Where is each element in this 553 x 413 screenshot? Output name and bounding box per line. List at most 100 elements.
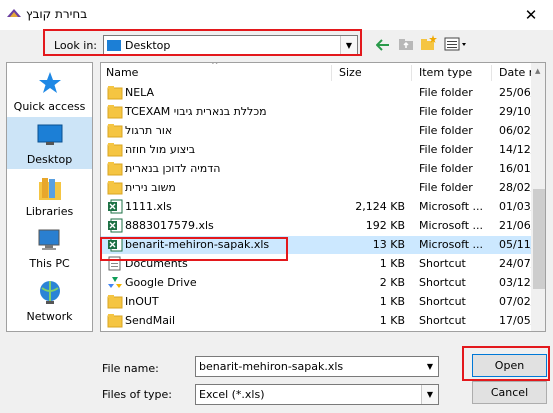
file-type: Microsoft ... xyxy=(419,238,484,251)
file-type-label: Files of type: xyxy=(102,388,173,401)
selected-file-highlight xyxy=(100,237,288,261)
place-this-pc[interactable]: This PC xyxy=(7,223,92,273)
file-row[interactable]: הדמיה לדוכן בנארית File folder 16/01/ xyxy=(101,160,531,178)
file-size: 13 KB xyxy=(372,238,405,251)
chevron-down-icon[interactable]: ▼ xyxy=(421,385,438,404)
folder-icon xyxy=(107,123,123,138)
sort-indicator-icon: ^ xyxy=(211,62,219,71)
file-name: משוב נירית xyxy=(125,181,176,194)
file-type: Microsoft ... xyxy=(419,200,484,213)
new-folder-icon[interactable] xyxy=(420,35,438,51)
window-title: בחירת קובץ xyxy=(26,7,88,21)
file-date: 29/10/ xyxy=(499,105,531,118)
view-menu-icon[interactable] xyxy=(443,36,469,52)
file-row[interactable]: SendMail 1 KB Shortcut 17/05/ xyxy=(101,312,531,330)
column-divider[interactable] xyxy=(411,65,412,81)
file-name: הדמיה לדוכן בנארית xyxy=(125,162,221,175)
file-name-field[interactable]: benarit-mehiron-sapak.xls ▼ xyxy=(195,356,439,377)
chevron-down-icon[interactable]: ▼ xyxy=(422,357,438,376)
place-network[interactable]: Network xyxy=(7,275,92,327)
file-type: File folder xyxy=(419,162,473,175)
scroll-up-icon[interactable]: ▲ xyxy=(535,67,540,75)
libraries-icon xyxy=(39,178,61,200)
file-size: 1 KB xyxy=(379,295,405,308)
place-quick-access[interactable]: Quick access xyxy=(7,65,92,115)
cancel-button[interactable]: Cancel xyxy=(472,381,547,404)
folder-icon xyxy=(107,104,123,119)
up-folder-icon[interactable] xyxy=(397,36,415,52)
folder-icon xyxy=(107,161,123,176)
file-name: אור תרגול xyxy=(125,124,173,137)
file-date: 07/02/ xyxy=(499,295,531,308)
place-desktop[interactable]: Desktop xyxy=(7,117,92,169)
file-type: Shortcut xyxy=(419,314,466,327)
excel-file-icon xyxy=(107,218,123,233)
vertical-scrollbar[interactable]: ▲ xyxy=(531,63,545,331)
file-type: Shortcut xyxy=(419,257,466,270)
file-type: File folder xyxy=(419,124,473,137)
place-libraries[interactable]: Libraries xyxy=(7,171,92,221)
file-type: Shortcut xyxy=(419,295,466,308)
excel-file-icon xyxy=(107,199,123,214)
file-row[interactable]: מכללת בנארית גיבוי TCEXAM File folder 29/1… xyxy=(101,103,531,121)
look-in-highlight xyxy=(43,29,362,56)
file-date: 24/07/ xyxy=(499,257,531,270)
column-header-name[interactable]: Name xyxy=(106,63,138,83)
file-name-label: File name: xyxy=(102,362,159,375)
column-header-size[interactable]: Size xyxy=(339,63,362,83)
file-date: 03/12/ xyxy=(499,276,531,289)
scrollbar-thumb[interactable] xyxy=(533,189,545,289)
file-name: Google Drive xyxy=(125,276,197,289)
file-date: 14/12/ xyxy=(499,143,531,156)
file-row[interactable]: InOUT 1 KB Shortcut 07/02/ xyxy=(101,293,531,311)
folder-icon xyxy=(107,313,123,328)
file-date: 16/01/ xyxy=(499,162,531,175)
file-type: Shortcut xyxy=(419,276,466,289)
file-date: 05/11/ xyxy=(499,238,531,251)
places-bar: Quick access Desktop Libraries This PC N… xyxy=(6,62,93,332)
close-button[interactable]: ✕ xyxy=(509,0,553,30)
file-name: 1111.xls xyxy=(125,200,172,213)
file-type: File folder xyxy=(419,105,473,118)
file-list: ^ Name Size Item type Date m NELA File fo… xyxy=(100,62,546,332)
file-row[interactable]: NELA File folder 25/06/ xyxy=(101,84,531,102)
file-type: Microsoft ... xyxy=(419,219,484,232)
file-name: 8883017579.xls xyxy=(125,219,214,232)
file-row[interactable]: ביצוע מול חוזה File folder 14/12/ xyxy=(101,141,531,159)
file-row[interactable]: 8883017579.xls 192 KB Microsoft ... 21/06/ xyxy=(101,217,531,235)
file-date: 06/02/ xyxy=(499,124,531,137)
title-bar: בחירת קובץ ✕ xyxy=(0,0,553,30)
file-date: 28/02/ xyxy=(499,181,531,194)
file-row[interactable]: Google Drive 2 KB Shortcut 03/12/ xyxy=(101,274,531,292)
file-row[interactable]: 1111.xls 2,124 KB Microsoft ... 01/03/ xyxy=(101,198,531,216)
file-size: 1 KB xyxy=(379,314,405,327)
place-label: Desktop xyxy=(26,153,73,166)
back-arrow-icon[interactable] xyxy=(374,37,392,53)
file-date: 21/06/ xyxy=(499,219,531,232)
file-row[interactable]: אור תרגול File folder 06/02/ xyxy=(101,122,531,140)
computer-icon xyxy=(38,229,60,250)
desktop-icon xyxy=(37,124,63,145)
folder-icon xyxy=(107,180,123,195)
folder-icon xyxy=(107,294,123,309)
place-label: Quick access xyxy=(13,100,86,113)
file-size: 2 KB xyxy=(379,276,405,289)
file-size: 1 KB xyxy=(379,257,405,270)
file-row[interactable]: משוב נירית File folder 28/02/ xyxy=(101,179,531,197)
folder-icon xyxy=(107,85,123,100)
file-type: File folder xyxy=(419,143,473,156)
column-divider[interactable] xyxy=(331,65,332,81)
folder-icon xyxy=(107,142,123,157)
file-type-dropdown[interactable]: Excel (*.xls) ▼ xyxy=(195,384,439,405)
column-divider[interactable] xyxy=(491,65,492,81)
file-name-value: benarit-mehiron-sapak.xls xyxy=(199,360,344,373)
file-size: 192 KB xyxy=(365,219,405,232)
file-type: File folder xyxy=(419,86,473,99)
file-name: NELA xyxy=(125,86,155,99)
file-name: ביצוע מול חוזה xyxy=(125,143,196,156)
google-drive-icon xyxy=(107,275,123,290)
column-header-type[interactable]: Item type xyxy=(419,63,472,83)
file-size: 2,124 KB xyxy=(355,200,405,213)
open-button-highlight xyxy=(462,346,550,381)
file-date: 17/05/ xyxy=(499,314,531,327)
